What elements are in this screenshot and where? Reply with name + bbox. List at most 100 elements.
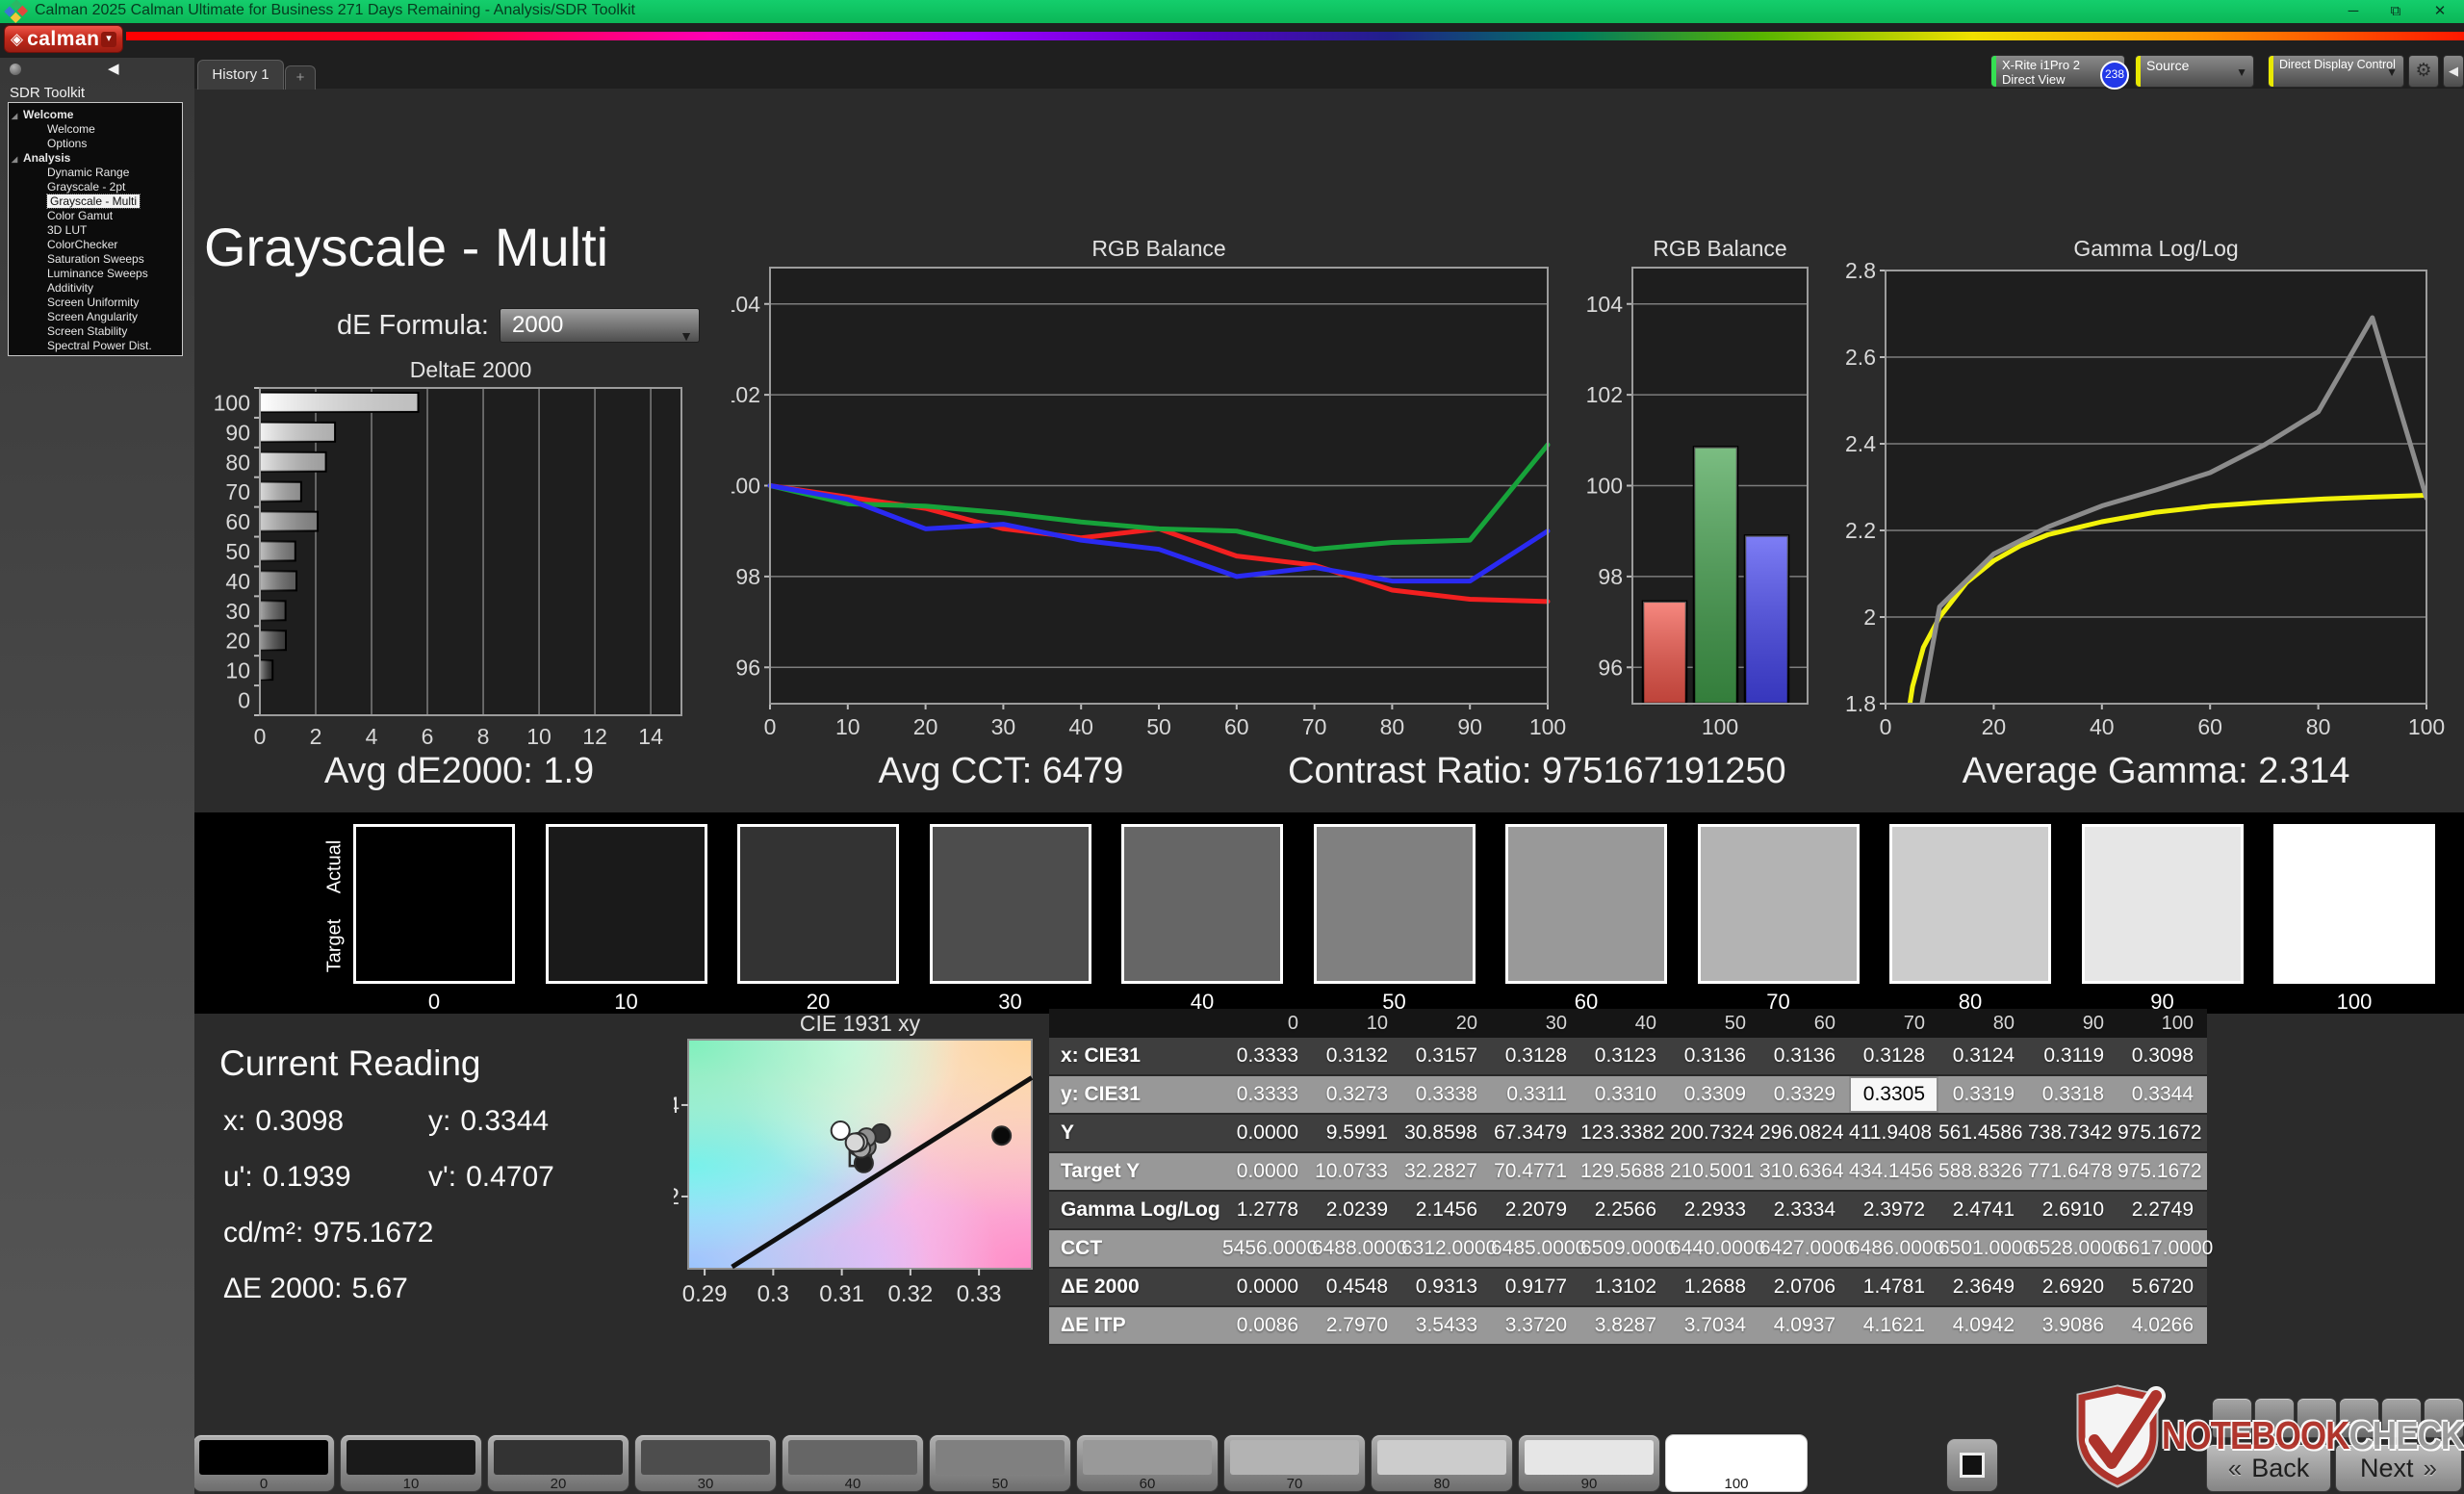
table-cell[interactable]: 0.9177	[1491, 1269, 1580, 1305]
level-tile-60[interactable]: 60	[1076, 1434, 1219, 1492]
level-tile-40[interactable]: 40	[782, 1434, 924, 1492]
table-cell[interactable]: 0.3318	[2028, 1076, 2118, 1113]
level-tile-0[interactable]: 0	[192, 1434, 335, 1492]
table-cell[interactable]: 0.3128	[1849, 1038, 1938, 1074]
table-cell[interactable]: 2.0239	[1312, 1192, 1401, 1228]
level-tile-50[interactable]: 50	[929, 1434, 1071, 1492]
de-formula-select[interactable]: 2000 ▼	[500, 308, 700, 344]
table-cell[interactable]: 0.3136	[1759, 1038, 1849, 1074]
tree-item-saturation-sweeps[interactable]: Saturation Sweeps	[9, 252, 182, 267]
table-cell[interactable]: 0.3136	[1670, 1038, 1759, 1074]
table-cell[interactable]: 0.0000	[1222, 1115, 1312, 1151]
table-cell[interactable]: 129.5688	[1580, 1153, 1670, 1190]
table-cell[interactable]: 0.4548	[1312, 1269, 1401, 1305]
table-cell[interactable]: 0.3123	[1580, 1038, 1670, 1074]
table-cell[interactable]: 588.8326	[1938, 1153, 2028, 1190]
table-cell[interactable]: 0.0086	[1222, 1307, 1312, 1344]
level-tile-70[interactable]: 70	[1223, 1434, 1366, 1492]
tree-item-welcome[interactable]: Welcome	[9, 122, 182, 137]
table-cell[interactable]: 561.4586	[1938, 1115, 2028, 1151]
tree-item-screen-stability[interactable]: Screen Stability	[9, 324, 182, 339]
table-cell[interactable]: 1.2688	[1670, 1269, 1759, 1305]
level-tile-30[interactable]: 30	[634, 1434, 777, 1492]
table-cell[interactable]: 2.4741	[1938, 1192, 2028, 1228]
tab-history-1[interactable]: History 1	[197, 60, 284, 90]
table-cell[interactable]: 3.3720	[1491, 1307, 1580, 1344]
table-cell[interactable]: 0.3124	[1938, 1038, 2028, 1074]
table-cell[interactable]: 1.2778	[1222, 1192, 1312, 1228]
table-cell[interactable]: 0.3338	[1401, 1076, 1491, 1113]
table-cell[interactable]: 6488.0000	[1312, 1230, 1407, 1267]
minimize-button-icon[interactable]: ─	[2337, 1, 2370, 22]
table-cell[interactable]: 2.2933	[1670, 1192, 1759, 1228]
table-cell[interactable]: 10.0733	[1312, 1153, 1401, 1190]
sidebar-pin-icon[interactable]	[10, 64, 21, 75]
table-cell[interactable]: 67.3479	[1491, 1115, 1580, 1151]
table-cell[interactable]: 2.3649	[1938, 1269, 2028, 1305]
table-cell[interactable]: 2.2566	[1580, 1192, 1670, 1228]
tree-expander-icon[interactable]: ◢	[12, 152, 17, 167]
level-tile-100[interactable]: 100	[1665, 1434, 1808, 1492]
tree-item-options[interactable]: Options	[9, 137, 182, 151]
tree-item-dynamic-range[interactable]: Dynamic Range	[9, 166, 182, 180]
table-cell[interactable]: 2.2749	[2118, 1192, 2207, 1228]
table-cell[interactable]: 975.1672	[2118, 1115, 2207, 1151]
table-cell[interactable]: 0.3157	[1401, 1038, 1491, 1074]
table-cell[interactable]: 30.8598	[1401, 1115, 1491, 1151]
table-cell[interactable]: 0.3310	[1580, 1076, 1670, 1113]
table-cell[interactable]: 1.4781	[1849, 1269, 1938, 1305]
tree-item-additivity[interactable]: Additivity	[9, 281, 182, 296]
table-cell[interactable]: 6440.0000	[1670, 1230, 1765, 1267]
stop-button[interactable]	[1946, 1438, 1998, 1492]
source-dropdown[interactable]: Source ▼	[2135, 55, 2254, 88]
table-cell[interactable]: 3.8287	[1580, 1307, 1670, 1344]
table-cell[interactable]: 1.3102	[1580, 1269, 1670, 1305]
table-cell[interactable]: 310.6364	[1759, 1153, 1849, 1190]
table-cell[interactable]: 6509.0000	[1580, 1230, 1676, 1267]
table-cell[interactable]: 2.3334	[1759, 1192, 1849, 1228]
table-cell[interactable]: 6528.0000	[2028, 1230, 2123, 1267]
table-cell[interactable]: 3.9086	[2028, 1307, 2118, 1344]
table-cell[interactable]: 0.3305	[1849, 1076, 1938, 1113]
display-control-dropdown[interactable]: Direct Display Control ▼	[2268, 55, 2404, 88]
table-cell[interactable]: 2.6920	[2028, 1269, 2118, 1305]
table-cell[interactable]: 0.3132	[1312, 1038, 1401, 1074]
menu-chevron-icon[interactable]: ▾	[101, 31, 116, 47]
table-cell[interactable]: 771.6478	[2028, 1153, 2118, 1190]
level-tile-90[interactable]: 90	[1518, 1434, 1660, 1492]
table-cell[interactable]: 2.7970	[1312, 1307, 1401, 1344]
table-cell[interactable]: 0.9313	[1401, 1269, 1491, 1305]
table-cell[interactable]: 0.3119	[2028, 1038, 2118, 1074]
table-cell[interactable]: 6427.0000	[1759, 1230, 1855, 1267]
table-cell[interactable]: 0.3344	[2118, 1076, 2207, 1113]
table-cell[interactable]: 0.0000	[1222, 1153, 1312, 1190]
table-cell[interactable]: 123.3382	[1580, 1115, 1670, 1151]
table-cell[interactable]: 434.1456	[1849, 1153, 1938, 1190]
tree-item-screen-uniformity[interactable]: Screen Uniformity	[9, 296, 182, 310]
table-cell[interactable]: 4.0266	[2118, 1307, 2207, 1344]
table-cell[interactable]: 0.3311	[1491, 1076, 1580, 1113]
table-cell[interactable]: 6485.0000	[1491, 1230, 1586, 1267]
table-cell[interactable]: 2.2079	[1491, 1192, 1580, 1228]
table-cell[interactable]: 2.3972	[1849, 1192, 1938, 1228]
table-cell[interactable]: 0.3309	[1670, 1076, 1759, 1113]
sidebar-collapse-icon[interactable]: ◀	[108, 60, 119, 77]
level-tile-10[interactable]: 10	[340, 1434, 482, 1492]
table-cell[interactable]: 200.7324	[1670, 1115, 1759, 1151]
table-cell[interactable]: 70.4771	[1491, 1153, 1580, 1190]
tree-item-analysis[interactable]: ◢ Analysis	[9, 151, 182, 166]
add-tab-button[interactable]: +	[285, 65, 316, 90]
table-cell[interactable]: 3.7034	[1670, 1307, 1759, 1344]
tree-item-grayscale-2pt[interactable]: Grayscale - 2pt	[9, 180, 182, 194]
table-cell[interactable]: 975.1672	[2118, 1153, 2207, 1190]
table-cell[interactable]: 738.7342	[2028, 1115, 2118, 1151]
table-cell[interactable]: 9.5991	[1312, 1115, 1401, 1151]
table-cell[interactable]: 32.2827	[1401, 1153, 1491, 1190]
restore-button-icon[interactable]: ⧉	[2379, 1, 2412, 22]
table-cell[interactable]: 0.0000	[1222, 1269, 1312, 1305]
table-cell[interactable]: 6486.0000	[1849, 1230, 1944, 1267]
level-tile-80[interactable]: 80	[1371, 1434, 1513, 1492]
table-cell[interactable]: 3.5433	[1401, 1307, 1491, 1344]
tree-item-3d-lut[interactable]: 3D LUT	[9, 223, 182, 238]
collapse-panel-icon[interactable]: ◀	[2443, 55, 2464, 88]
